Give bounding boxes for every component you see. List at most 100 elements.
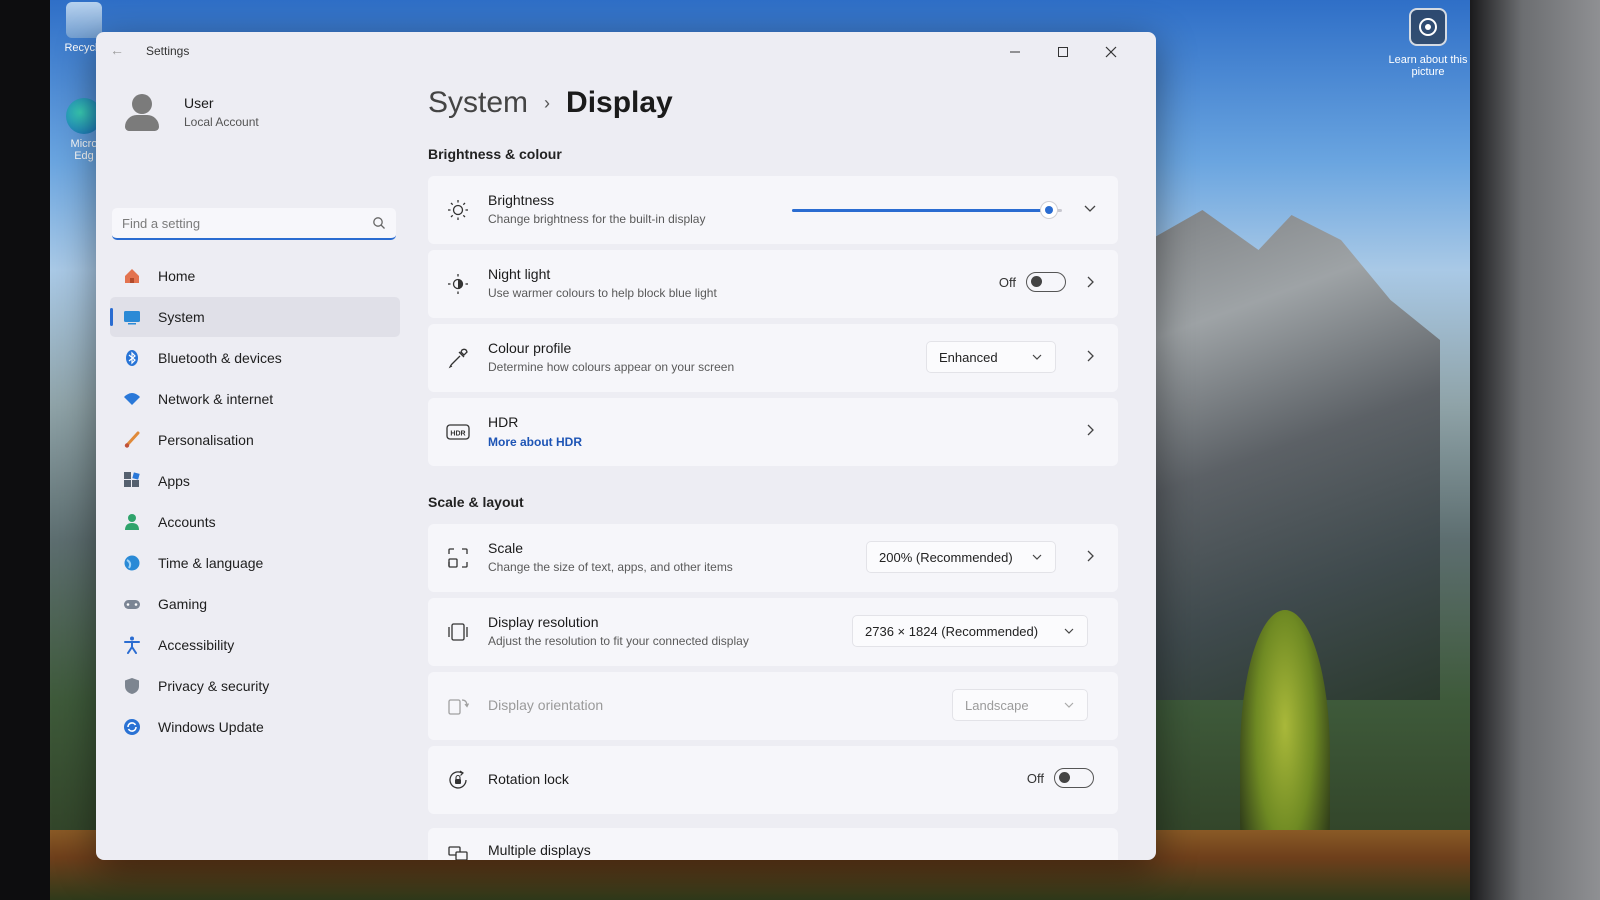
scale-icon — [446, 546, 470, 570]
minimize-button[interactable] — [1000, 38, 1030, 66]
main-content: System › Display Brightness & colour Bri… — [424, 72, 1134, 860]
brightness-subtitle: Change brightness for the built-in displ… — [488, 212, 706, 226]
sidebar-item-system[interactable]: System — [110, 297, 400, 337]
close-button[interactable] — [1096, 38, 1126, 66]
resolution-title: Display resolution — [488, 614, 599, 630]
dropdown-value: Landscape — [965, 697, 1029, 713]
section-heading-brightness: Brightness & colour — [428, 146, 562, 162]
account-type: Local Account — [184, 115, 259, 129]
accessibility-icon — [122, 635, 142, 655]
slider-thumb[interactable] — [1039, 201, 1058, 219]
dropdown-value: Enhanced — [939, 349, 998, 365]
settings-window: ← Settings User Local Account Find a set… — [96, 32, 1156, 860]
resolution-card: Display resolution Adjust the resolution… — [428, 598, 1118, 666]
sidebar-item-label: Bluetooth & devices — [158, 350, 282, 366]
sidebar-item-privacy[interactable]: Privacy & security — [110, 666, 400, 706]
night-light-icon — [446, 272, 470, 296]
hdr-card[interactable]: HDR HDR More about HDR — [428, 398, 1118, 466]
sidebar-item-label: Gaming — [158, 596, 208, 612]
brightness-card: Brightness Change brightness for the bui… — [428, 176, 1118, 244]
night-light-card[interactable]: Night light Use warmer colours to help b… — [428, 250, 1118, 318]
rotation-lock-title: Rotation lock — [488, 771, 569, 787]
sidebar-item-label: Accounts — [158, 514, 216, 530]
scale-dropdown[interactable]: 200% (Recommended) — [866, 541, 1056, 573]
night-light-toggle[interactable] — [1026, 272, 1066, 292]
night-light-subtitle: Use warmer colours to help block blue li… — [488, 286, 717, 300]
chevron-right-icon[interactable] — [1082, 274, 1098, 290]
brightness-title: Brightness — [488, 192, 555, 208]
sidebar-item-label: Network & internet — [158, 391, 274, 407]
sidebar-item-gaming[interactable]: Gaming — [110, 584, 400, 624]
system-icon — [122, 307, 142, 327]
search-input[interactable]: Find a setting — [122, 216, 372, 231]
chevron-right-icon[interactable] — [1082, 422, 1098, 438]
sidebar-item-time-language[interactable]: Time & language — [110, 543, 400, 583]
sun-icon — [446, 198, 470, 222]
night-light-toggle-group: Off — [999, 272, 1066, 292]
user-profile[interactable]: User Local Account — [122, 92, 259, 132]
toggle-state-label: Off — [1026, 770, 1044, 786]
sidebar-item-windows-update[interactable]: Windows Update — [110, 707, 400, 747]
dropdown-value: 200% (Recommended) — [879, 549, 1013, 565]
page-title: Display — [566, 86, 673, 119]
breadcrumb-parent[interactable]: System — [428, 86, 528, 120]
rotation-lock-icon — [446, 768, 470, 792]
maximize-button[interactable] — [1048, 38, 1078, 66]
sidebar-item-label: Home — [158, 268, 196, 284]
search-icon — [373, 217, 385, 229]
sidebar-item-home[interactable]: Home — [110, 256, 400, 296]
camera-icon — [1409, 8, 1447, 46]
chevron-down-icon[interactable] — [1082, 200, 1098, 216]
minimize-icon — [1010, 51, 1020, 53]
title-bar: ← Settings — [96, 32, 1156, 72]
chevron-down-icon — [1064, 628, 1074, 634]
sidebar-item-apps[interactable]: Apps — [110, 461, 400, 501]
toggle-state-label: Off — [998, 274, 1016, 290]
window-title: Settings — [146, 44, 190, 58]
brush-icon — [122, 430, 142, 450]
sidebar-item-label: Personalisation — [158, 432, 254, 448]
brightness-slider[interactable] — [792, 200, 1062, 220]
breadcrumb-separator: › — [544, 92, 551, 113]
close-icon — [1105, 46, 1117, 58]
section-heading-scale: Scale & layout — [428, 494, 524, 510]
avatar — [122, 92, 162, 132]
learn-about-picture[interactable]: Learn about this picture — [1388, 8, 1468, 78]
resolution-subtitle: Adjust the resolution to fit your connec… — [488, 634, 749, 648]
resolution-icon — [446, 620, 470, 644]
update-icon — [122, 717, 142, 737]
hdr-badge-text: HDR — [450, 431, 465, 438]
multiple-displays-card[interactable]: Multiple displays — [428, 828, 1118, 860]
globe-icon — [122, 553, 142, 573]
rotation-lock-card: Rotation lock Off — [428, 746, 1118, 814]
sidebar-item-network[interactable]: Network & internet — [110, 379, 400, 419]
colour-profile-dropdown[interactable]: Enhanced — [926, 341, 1056, 373]
sidebar-item-label: Apps — [158, 473, 190, 489]
rotation-lock-toggle[interactable] — [1054, 768, 1094, 788]
bluetooth-icon — [122, 348, 142, 368]
learn-label: Learn about this picture — [1388, 54, 1468, 78]
colour-profile-title: Colour profile — [488, 340, 572, 356]
sidebar-item-accounts[interactable]: Accounts — [110, 502, 400, 542]
sidebar-item-bluetooth[interactable]: Bluetooth & devices — [110, 338, 400, 378]
more-about-hdr-link[interactable]: More about HDR — [488, 435, 582, 449]
chevron-right-icon[interactable] — [1082, 348, 1098, 364]
nav-list: Home System Bluetooth & devices Network … — [110, 256, 400, 748]
home-icon — [122, 266, 142, 286]
eyedropper-icon — [446, 346, 470, 370]
screen-bezel — [1470, 0, 1600, 900]
sidebar-item-label: System — [158, 309, 205, 325]
dropdown-value: 2736 × 1824 (Recommended) — [865, 623, 1039, 639]
resolution-dropdown[interactable]: 2736 × 1824 (Recommended) — [852, 615, 1088, 647]
colour-profile-card[interactable]: Colour profile Determine how colours app… — [428, 324, 1118, 392]
search-box[interactable]: Find a setting — [112, 208, 396, 240]
sidebar-item-personalisation[interactable]: Personalisation — [110, 420, 400, 460]
chevron-down-icon — [1064, 702, 1074, 708]
shield-icon — [122, 676, 142, 696]
sidebar: User Local Account Find a setting Home S… — [96, 72, 416, 860]
chevron-right-icon[interactable] — [1082, 548, 1098, 564]
scale-card[interactable]: Scale Change the size of text, apps, and… — [428, 524, 1118, 592]
back-arrow-icon[interactable]: ← — [110, 42, 124, 58]
colour-profile-subtitle: Determine how colours appear on your scr… — [488, 360, 735, 374]
sidebar-item-accessibility[interactable]: Accessibility — [110, 625, 400, 665]
